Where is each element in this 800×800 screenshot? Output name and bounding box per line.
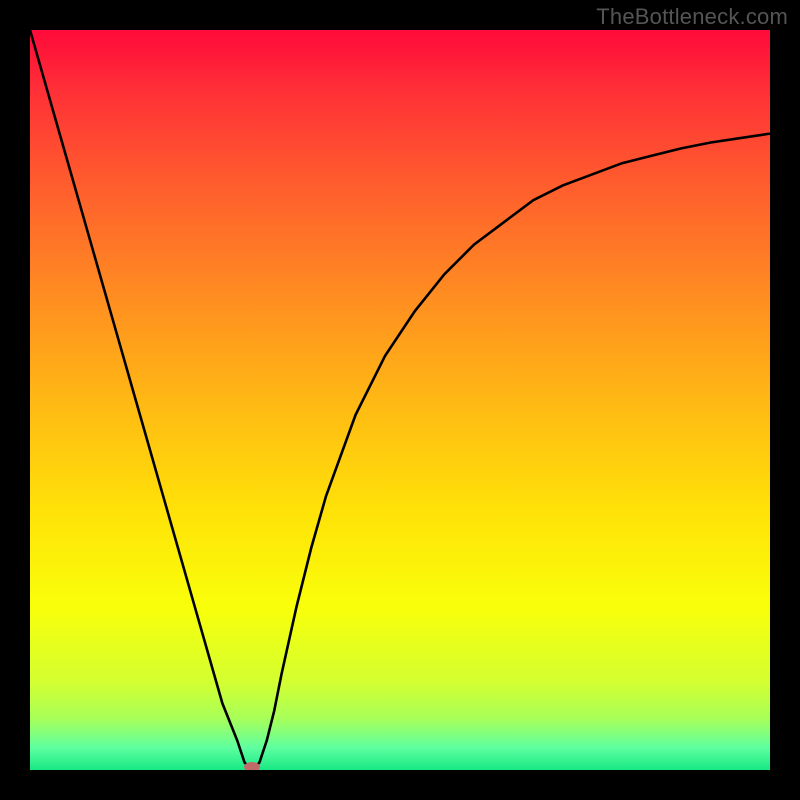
watermark-text: TheBottleneck.com <box>596 4 788 30</box>
gradient-background <box>30 30 770 770</box>
chart-svg <box>30 30 770 770</box>
plot-area <box>30 30 770 770</box>
chart-container: TheBottleneck.com <box>0 0 800 800</box>
